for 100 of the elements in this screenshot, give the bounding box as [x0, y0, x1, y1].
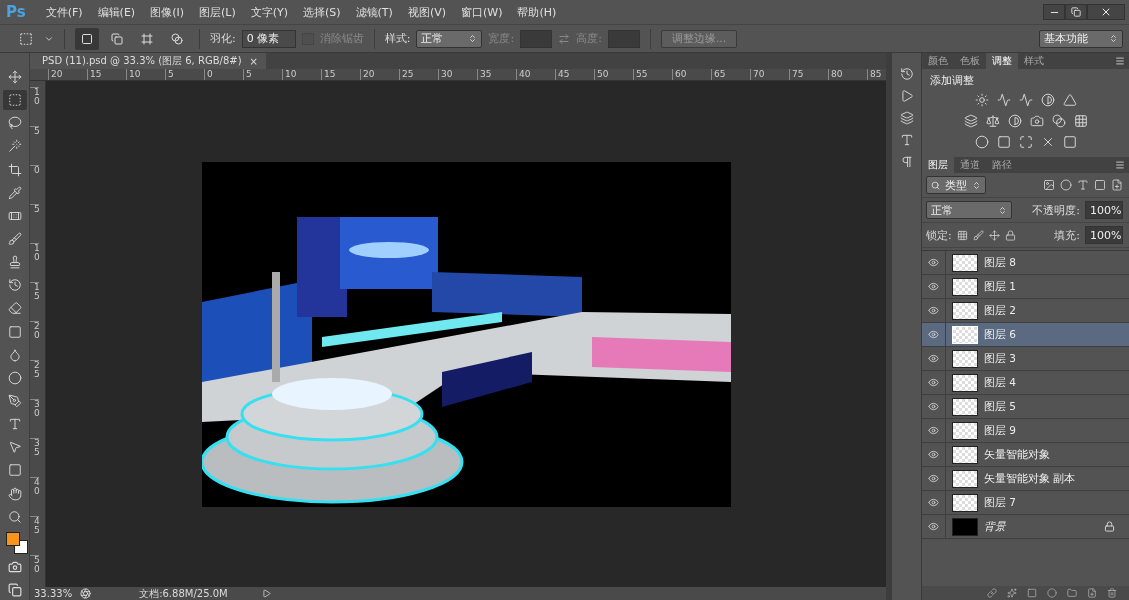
layer-thumbnail: [952, 397, 978, 416]
menu-item[interactable]: 滤镜(T): [349, 4, 402, 20]
contrast-icon[interactable]: [1007, 114, 1022, 128]
move-icon[interactable]: [988, 229, 1000, 241]
menu-item[interactable]: 选择(S): [297, 4, 350, 20]
layer-row[interactable]: 图层 8: [922, 251, 1129, 275]
new-selection-icon[interactable]: [75, 27, 99, 50]
layer-row[interactable]: 图层 7: [922, 491, 1129, 515]
eye-icon[interactable]: [928, 305, 939, 316]
triangle-icon[interactable]: [1062, 93, 1077, 107]
layer-row[interactable]: 矢量智能对象: [922, 443, 1129, 467]
effects-icon[interactable]: [1007, 588, 1017, 598]
new-layer-icon[interactable]: [1087, 588, 1097, 598]
foreground-color-swatch[interactable]: [5, 531, 20, 546]
pixel-filter-icon[interactable]: [1043, 179, 1055, 191]
menu-item[interactable]: 帮助(H): [511, 4, 566, 20]
panel-tab[interactable]: 调整: [986, 53, 1018, 69]
height-field[interactable]: [607, 29, 640, 48]
eye-icon[interactable]: [928, 449, 939, 460]
panel-tab[interactable]: 颜色: [922, 53, 954, 69]
document-tab[interactable]: PSD (11).psd @ 33.3% (图层 6, RGB/8#) ×: [30, 53, 266, 69]
folder-icon[interactable]: [1067, 588, 1077, 598]
layer-row[interactable]: 背景: [922, 515, 1129, 539]
play-icon[interactable]: [899, 89, 914, 103]
layer-thumbnail: [952, 493, 978, 512]
menu-item[interactable]: 视图(V): [401, 4, 455, 20]
menu-item[interactable]: 图层(L): [192, 4, 245, 20]
link-icon[interactable]: [987, 588, 997, 598]
layer-name: 矢量智能对象 副本: [984, 471, 1077, 486]
layer-name: 背景: [984, 519, 1007, 534]
close-button[interactable]: [1087, 4, 1125, 20]
menu-item[interactable]: 文字(Y): [244, 4, 297, 20]
brush-icon[interactable]: [972, 229, 984, 241]
layer-row[interactable]: 图层 3: [922, 347, 1129, 371]
menu-item[interactable]: 文件(F): [39, 4, 92, 20]
menu-item[interactable]: 窗口(W): [455, 4, 512, 20]
style-select[interactable]: 正常: [416, 29, 483, 48]
sun-icon[interactable]: [974, 93, 989, 107]
width-field[interactable]: [520, 29, 553, 48]
eye-icon[interactable]: [928, 281, 939, 292]
search-icon: [931, 180, 940, 190]
layer-row[interactable]: 矢量智能对象 副本: [922, 467, 1129, 491]
layer-row[interactable]: 图层 9: [922, 419, 1129, 443]
ruler-label: 15: [87, 69, 126, 80]
opacity-field[interactable]: 100%: [1085, 201, 1123, 219]
marquee-tool-icon[interactable]: [2, 90, 27, 111]
paragraph-icon[interactable]: [899, 155, 914, 169]
eye-icon[interactable]: [928, 353, 939, 364]
panel-tab[interactable]: 色板: [954, 53, 986, 69]
eye-icon[interactable]: [928, 257, 939, 268]
lock-icon[interactable]: [1004, 229, 1016, 241]
eye-icon[interactable]: [928, 377, 939, 388]
ruler-label: 5: [30, 126, 39, 165]
zoom-level[interactable]: 33.33%: [34, 588, 73, 599]
layer-row[interactable]: 图层 1: [922, 275, 1129, 299]
layer-row[interactable]: 图层 4: [922, 371, 1129, 395]
panel-tab[interactable]: 图层: [922, 157, 954, 173]
smart-filter-icon[interactable]: [1111, 179, 1123, 191]
ruler-label: 25: [30, 360, 39, 399]
layer-name: 图层 1: [984, 279, 1018, 294]
panel-tab[interactable]: 通道: [954, 157, 986, 173]
character-icon[interactable]: [899, 133, 914, 147]
filter-select[interactable]: 类型: [926, 176, 986, 194]
history-icon[interactable]: [899, 67, 914, 81]
layer-row[interactable]: 图层 5: [922, 395, 1129, 419]
eye-icon[interactable]: [928, 521, 939, 532]
balance-icon[interactable]: [985, 114, 1000, 128]
panel-tab[interactable]: 路径: [986, 157, 1018, 173]
panel-menu-icon[interactable]: [1115, 56, 1125, 66]
layer-row[interactable]: 图层 6: [922, 323, 1129, 347]
layer-thumbnail: [952, 469, 978, 488]
shape-filter-icon[interactable]: [1094, 179, 1106, 191]
workspace-select[interactable]: 基本功能: [1039, 29, 1123, 48]
layer-row[interactable]: 图层 2: [922, 299, 1129, 323]
panel-tab[interactable]: 样式: [1018, 53, 1050, 69]
type-filter-icon[interactable]: [1077, 179, 1089, 191]
grid-icon[interactable]: [1073, 114, 1088, 128]
play-icon[interactable]: [261, 589, 271, 598]
ruler-label: 15: [321, 69, 360, 80]
eye-icon[interactable]: [928, 425, 939, 436]
trash-icon[interactable]: [1107, 588, 1117, 598]
style-label: 样式:: [384, 31, 411, 46]
tab-close[interactable]: ×: [249, 55, 258, 67]
restore-button[interactable]: [1065, 4, 1087, 20]
camera-icon[interactable]: [1029, 114, 1044, 128]
layer-thumbnail: [952, 445, 978, 464]
eye-icon[interactable]: [928, 329, 939, 340]
ruler-label: 0: [30, 165, 39, 204]
feather-field[interactable]: 0 像素: [241, 29, 296, 48]
eye-icon[interactable]: [928, 497, 939, 508]
eye-icon[interactable]: [928, 473, 939, 484]
panel-menu-icon[interactable]: [1115, 160, 1125, 170]
eye-icon[interactable]: [928, 401, 939, 412]
blend-mode-select[interactable]: 正常: [926, 201, 1012, 219]
layer-name: 矢量智能对象: [984, 447, 1051, 462]
swap-icon[interactable]: [558, 32, 571, 45]
menu-item[interactable]: 图像(I): [144, 4, 193, 20]
lock-pixels-icon[interactable]: [956, 229, 968, 241]
menu-item[interactable]: 编辑(E): [91, 4, 145, 20]
fill-field[interactable]: 100%: [1085, 226, 1123, 244]
